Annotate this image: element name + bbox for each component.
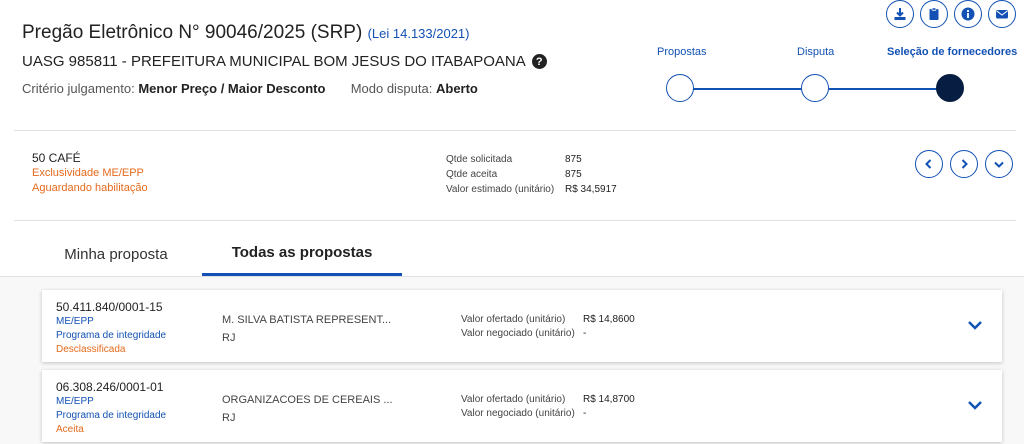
criterio-line: Critério julgamento: Menor Preço / Maior… [22,81,478,96]
step-connector [693,88,801,90]
step-label-disputa: Disputa [797,46,835,58]
divider [14,130,1016,131]
clipboard-icon[interactable] [920,0,948,28]
step-connector [829,88,937,90]
modo-label: Modo disputa: [350,81,433,96]
divider [14,220,1016,221]
proposal-porte: ME/EPP [56,316,94,327]
chevron-left-icon[interactable] [915,150,943,178]
proposal-fornecedor: ORGANIZACOES DE CEREAIS ... [222,394,393,406]
valor-ofertado-label: Valor ofertado (unitário) [461,314,566,325]
title-text: Pregão Eletrônico N° 90046/2025 (SRP) [22,22,363,43]
valor-ofertado-label: Valor ofertado (unitário) [461,394,566,405]
proposal-uf: RJ [222,412,236,424]
valor-negociado-label: Valor negociado (unitário) [461,408,575,419]
qtde-solicitada-value: 875 [565,154,582,165]
help-icon[interactable]: ? [531,54,547,69]
modo-value: Aberto [435,81,478,96]
valor-ofertado-value: R$ 14,8700 [583,394,635,405]
item-exclusividade: Exclusividade ME/EPP [32,167,144,179]
valor-negociado-label: Valor negociado (unitário) [461,328,575,339]
lei-link[interactable]: (Lei 14.133/2021) [368,26,470,41]
proposal-programa-link[interactable]: Programa de integridade [56,410,166,421]
chevron-down-icon[interactable] [985,150,1013,178]
valor-negociado-value: - [583,408,587,419]
qtde-solicitada-label: Qtde solicitada [446,154,513,165]
tab-todas-propostas[interactable]: Todas as propostas [202,232,402,276]
download-icon[interactable] [886,0,914,28]
proposal-programa-link[interactable]: Programa de integridade [56,330,166,341]
mail-icon[interactable] [988,0,1016,28]
valor-negociado-value: - [583,328,587,339]
expand-chevron-icon[interactable] [966,318,984,332]
proposal-cnpj: 06.308.246/0001-01 [56,380,164,394]
uasg-title: UASG 985811 - PREFEITURA MUNICIPAL BOM J… [22,53,547,70]
proposal-status: Aceita [56,424,84,435]
uasg-text: UASG 985811 - PREFEITURA MUNICIPAL BOM J… [22,53,526,70]
item-nav [915,150,1013,178]
step-dot-selecao[interactable] [936,74,964,102]
info-icon[interactable] [954,0,982,28]
qtde-aceita-label: Qtde aceita [446,169,498,180]
chevron-right-icon[interactable] [950,150,978,178]
step-dot-disputa[interactable] [801,74,829,102]
header: Pregão Eletrônico N° 90046/2025 (SRP) (L… [0,0,1024,130]
page-title: Pregão Eletrônico N° 90046/2025 (SRP) (L… [22,22,470,44]
proposal-card[interactable]: 50.411.840/0001-15 ME/EPP Programa de in… [42,290,1002,362]
proposal-list: 50.411.840/0001-15 ME/EPP Programa de in… [0,277,1024,444]
expand-chevron-icon[interactable] [966,398,984,412]
criterio-value: Menor Preço / Maior Desconto [138,81,326,96]
valor-estimado-value: R$ 34,5917 [565,184,617,195]
tab-minha-proposta[interactable]: Minha proposta [30,232,202,276]
proposal-tabs: Minha proposta Todas as propostas [30,232,1024,276]
step-dot-propostas[interactable] [666,74,694,102]
criterio-label: Critério julgamento: [22,81,135,96]
proposal-cnpj: 50.411.840/0001-15 [56,300,163,314]
proposal-fornecedor: M. SILVA BATISTA REPRESENT... [222,314,392,326]
step-label-propostas: Propostas [657,46,707,58]
qtde-aceita-value: 875 [565,169,582,180]
step-label-selecao: Seleção de fornecedores [887,46,1018,58]
proposal-porte: ME/EPP [56,396,94,407]
item-summary: 50 CAFÉ Exclusividade ME/EPP Aguardando … [0,145,1024,215]
item-name: 50 CAFÉ [32,151,81,165]
valor-estimado-label: Valor estimado (unitário) [446,184,555,195]
proposal-status: Desclassificada [56,344,126,355]
valor-ofertado-value: R$ 14,8600 [583,314,635,325]
proposal-card[interactable]: 06.308.246/0001-01 ME/EPP Programa de in… [42,370,1002,442]
proposal-uf: RJ [222,332,236,344]
item-status: Aguardando habilitação [32,182,148,194]
action-icons [886,0,1016,28]
